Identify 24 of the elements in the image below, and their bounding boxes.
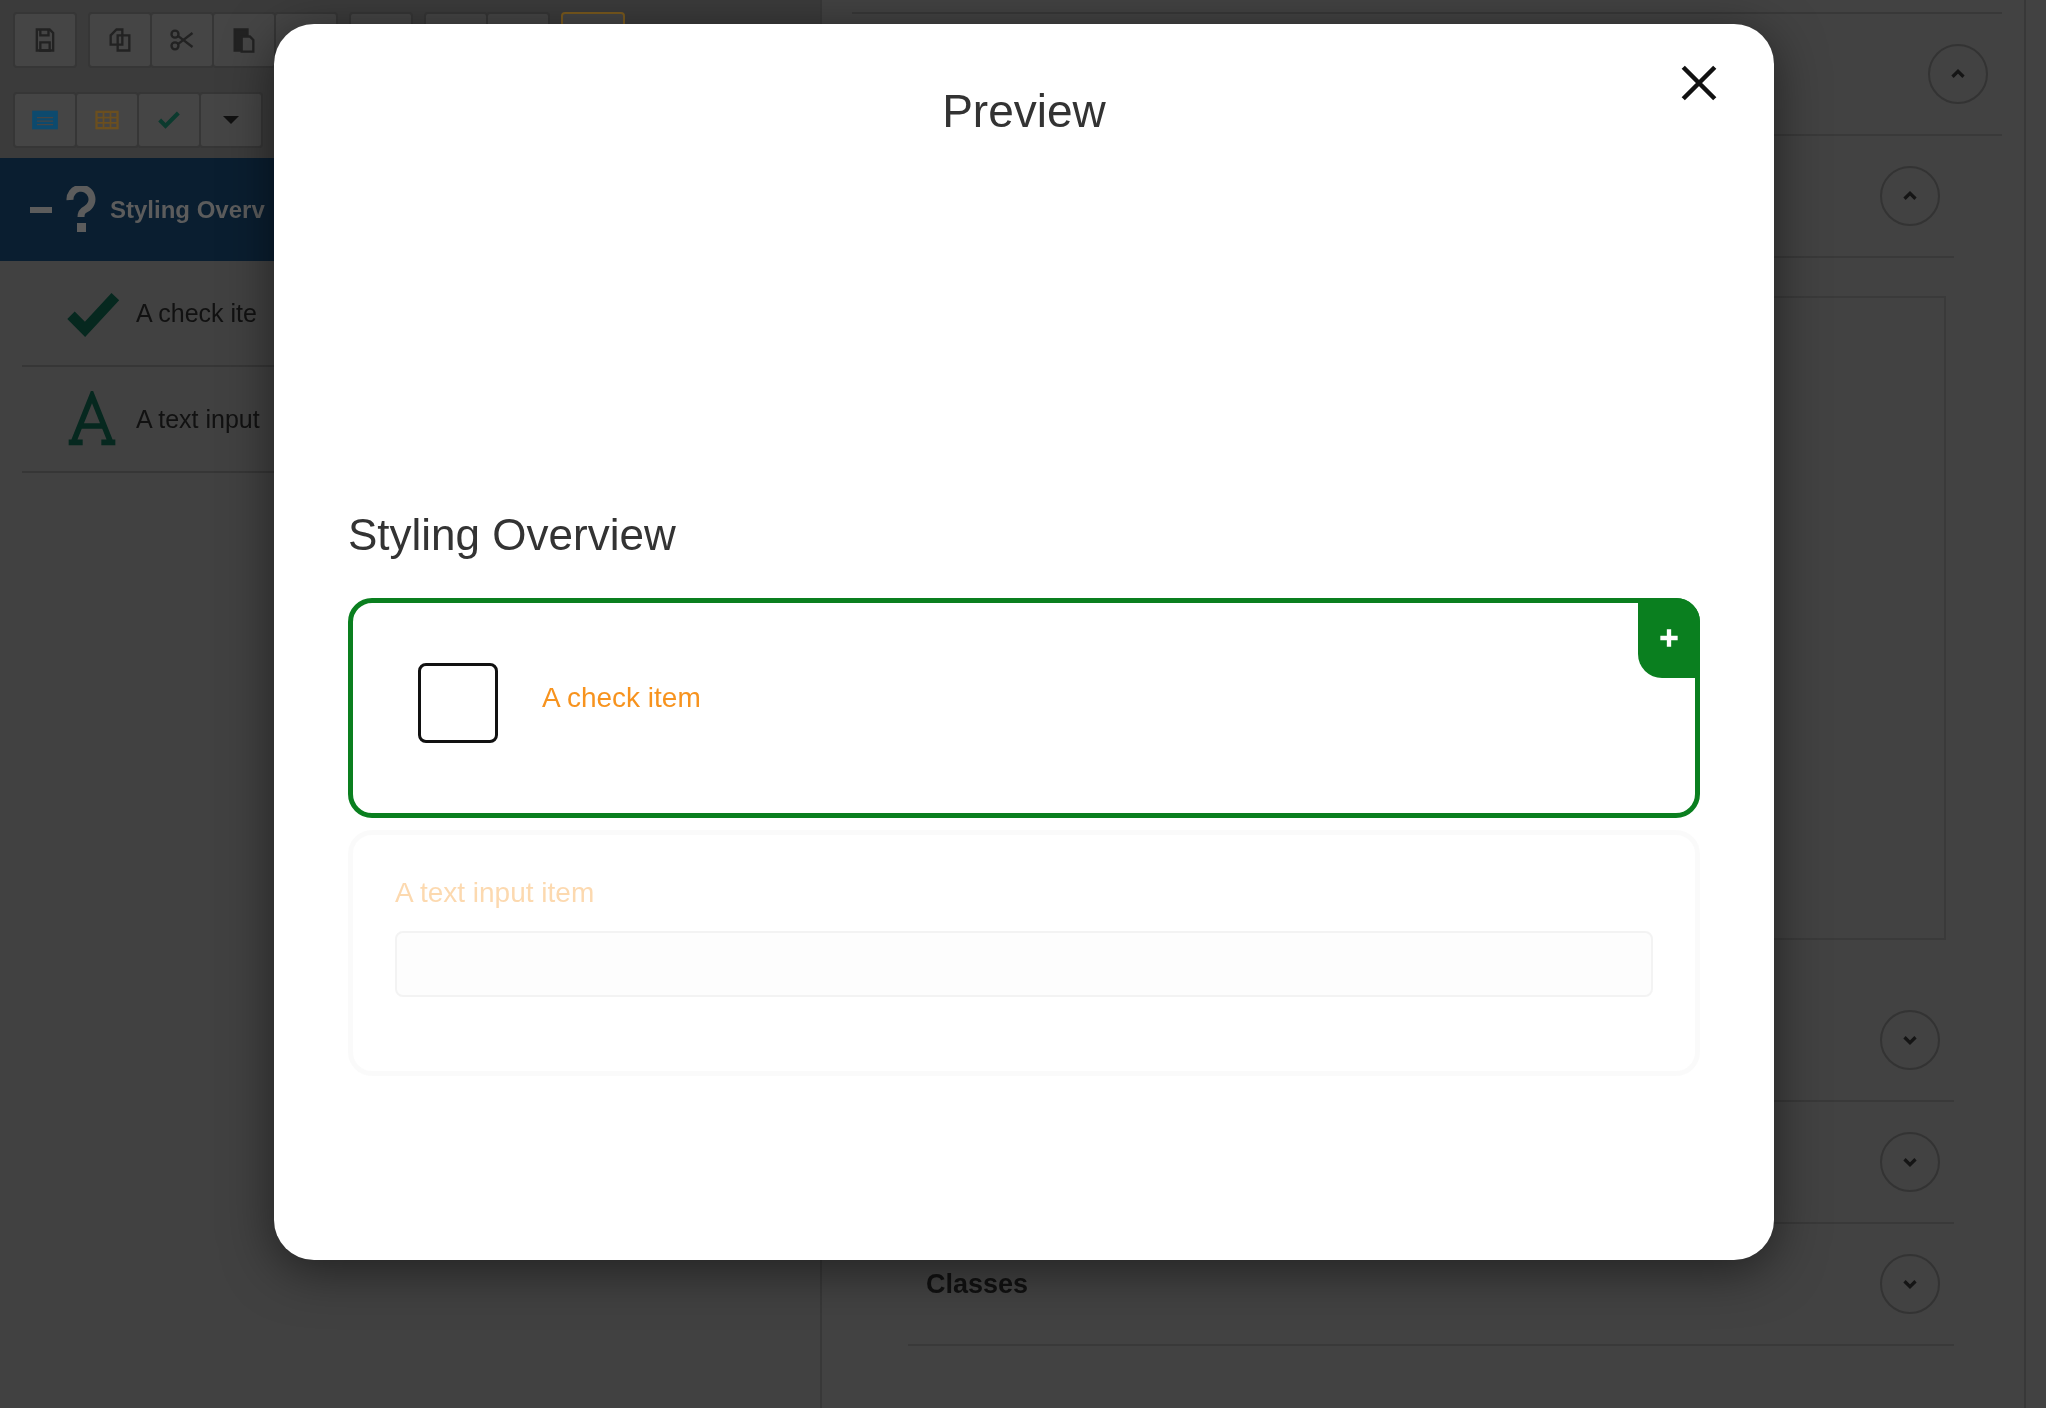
list-view-button[interactable] <box>13 92 77 148</box>
text-input-label: A text input item <box>395 877 596 909</box>
checkbox[interactable] <box>418 663 498 743</box>
toggle-button[interactable] <box>1880 1132 1940 1192</box>
dropdown-button[interactable] <box>199 92 263 148</box>
dialog-title: Preview <box>941 84 1107 138</box>
check-item-card[interactable]: A check item <box>348 598 1700 818</box>
save-button[interactable] <box>13 12 77 68</box>
check-item-label: A check item <box>542 682 701 714</box>
add-button[interactable] <box>1638 598 1700 678</box>
copy-button[interactable] <box>88 12 152 68</box>
toggle-button[interactable] <box>1880 1010 1940 1070</box>
cut-button[interactable] <box>150 12 214 68</box>
form-heading: Styling Overview <box>348 510 677 560</box>
toggle-button[interactable] <box>1880 1254 1940 1314</box>
collapse-icon[interactable] <box>30 206 52 213</box>
check-button[interactable] <box>137 92 201 148</box>
toggle-button[interactable] <box>1880 166 1940 226</box>
caret-down-icon <box>223 116 239 124</box>
tree-item-label: Styling Overv <box>110 195 265 224</box>
paste-button[interactable] <box>212 12 276 68</box>
grid-view-button[interactable] <box>75 92 139 148</box>
toggle-button[interactable] <box>1928 44 1988 104</box>
question-mark-icon <box>66 185 96 234</box>
